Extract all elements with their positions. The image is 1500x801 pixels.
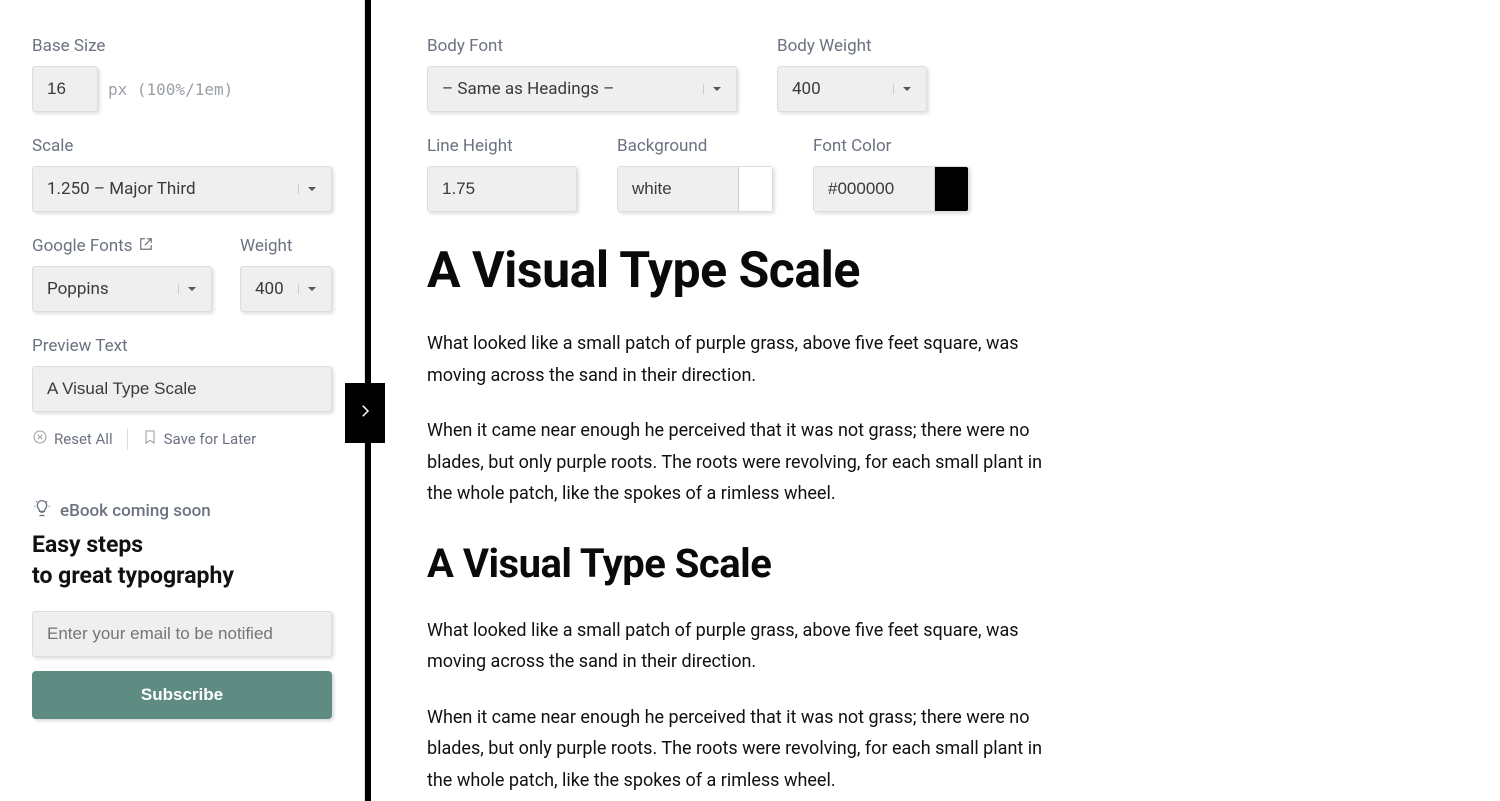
scale-label: Scale	[32, 136, 332, 156]
background-text[interactable]	[618, 167, 738, 211]
google-fonts-field: Google Fonts Poppins	[32, 236, 222, 312]
body-font-value: – Same as Headings –	[442, 79, 614, 99]
font-color-swatch[interactable]	[934, 167, 968, 211]
chevron-right-icon	[356, 402, 374, 424]
lightbulb-icon	[32, 498, 52, 523]
preview-sample-h2: A Visual Type Scale What looked like a s…	[427, 540, 1067, 797]
google-fonts-select[interactable]: Poppins	[32, 266, 212, 312]
body-weight-field: Body Weight 400	[777, 36, 927, 112]
google-fonts-label: Google Fonts	[32, 236, 222, 256]
weight-label: Weight	[240, 236, 332, 256]
close-circle-icon	[32, 429, 48, 449]
email-input[interactable]	[32, 611, 332, 657]
base-size-field: Base Size px (100%/1em)	[32, 36, 332, 136]
body-weight-select[interactable]: 400	[777, 66, 927, 112]
line-height-label: Line Height	[427, 136, 577, 156]
preview-paragraph: What looked like a small patch of purple…	[427, 615, 1067, 678]
scale-select[interactable]: 1.250 – Major Third	[32, 166, 332, 212]
preview-heading: A Visual Type Scale	[427, 242, 1067, 300]
promo-box: eBook coming soon Easy steps to great ty…	[32, 498, 332, 719]
font-color-field: Font Color	[813, 136, 969, 212]
sidebar: Base Size px (100%/1em) Scale 1.250 – Ma…	[0, 0, 365, 801]
preview-paragraph: When it came near enough he perceived th…	[427, 415, 1067, 510]
preview-text-label: Preview Text	[32, 336, 332, 356]
base-size-unit: px (100%/1em)	[108, 80, 233, 99]
sidebar-actions: Reset All Save for Later	[32, 428, 332, 450]
background-input[interactable]	[617, 166, 773, 212]
subscribe-button[interactable]: Subscribe	[32, 671, 332, 719]
chevron-down-icon	[703, 84, 722, 94]
scale-field: Scale 1.250 – Major Third	[32, 136, 332, 212]
preview-text-input[interactable]	[32, 366, 332, 412]
line-height-input[interactable]	[427, 166, 577, 212]
divider	[127, 428, 128, 450]
background-swatch[interactable]	[738, 167, 772, 211]
save-later-button[interactable]: Save for Later	[142, 429, 257, 449]
chevron-down-icon	[298, 184, 317, 194]
preview-paragraph: When it came near enough he perceived th…	[427, 702, 1067, 797]
chevron-down-icon	[298, 284, 317, 294]
background-label: Background	[617, 136, 773, 156]
promo-eyebrow-text: eBook coming soon	[60, 501, 211, 521]
background-field: Background	[617, 136, 773, 212]
body-font-select[interactable]: – Same as Headings –	[427, 66, 737, 112]
resize-divider[interactable]	[365, 0, 371, 801]
preview-paragraph: What looked like a small patch of purple…	[427, 328, 1067, 391]
weight-select[interactable]: 400	[240, 266, 332, 312]
preview-text-field: Preview Text	[32, 336, 332, 412]
chevron-down-icon	[893, 84, 912, 94]
google-fonts-value: Poppins	[47, 279, 109, 299]
line-height-field: Line Height	[427, 136, 577, 212]
font-color-label: Font Color	[813, 136, 969, 156]
body-font-label: Body Font	[427, 36, 737, 56]
promo-headline: Easy steps to great typography	[32, 529, 332, 591]
scale-value: 1.250 – Major Third	[47, 179, 196, 199]
preview-panel: Body Font – Same as Headings – Body Weig…	[371, 0, 1500, 801]
base-size-input[interactable]	[32, 66, 98, 112]
reset-all-button[interactable]: Reset All	[32, 429, 113, 449]
chevron-down-icon	[178, 284, 197, 294]
body-font-field: Body Font – Same as Headings –	[427, 36, 737, 112]
collapse-toggle[interactable]	[345, 383, 385, 443]
body-weight-label: Body Weight	[777, 36, 927, 56]
base-size-label: Base Size	[32, 36, 332, 56]
font-color-input[interactable]	[813, 166, 969, 212]
font-color-text[interactable]	[814, 167, 934, 211]
weight-field: Weight 400	[240, 236, 332, 312]
body-weight-value: 400	[792, 79, 821, 99]
preview-sample-h1: A Visual Type Scale What looked like a s…	[427, 242, 1067, 510]
weight-value: 400	[255, 279, 284, 299]
external-link-icon[interactable]	[139, 236, 153, 256]
preview-heading: A Visual Type Scale	[427, 540, 1067, 587]
bookmark-icon	[142, 429, 158, 449]
